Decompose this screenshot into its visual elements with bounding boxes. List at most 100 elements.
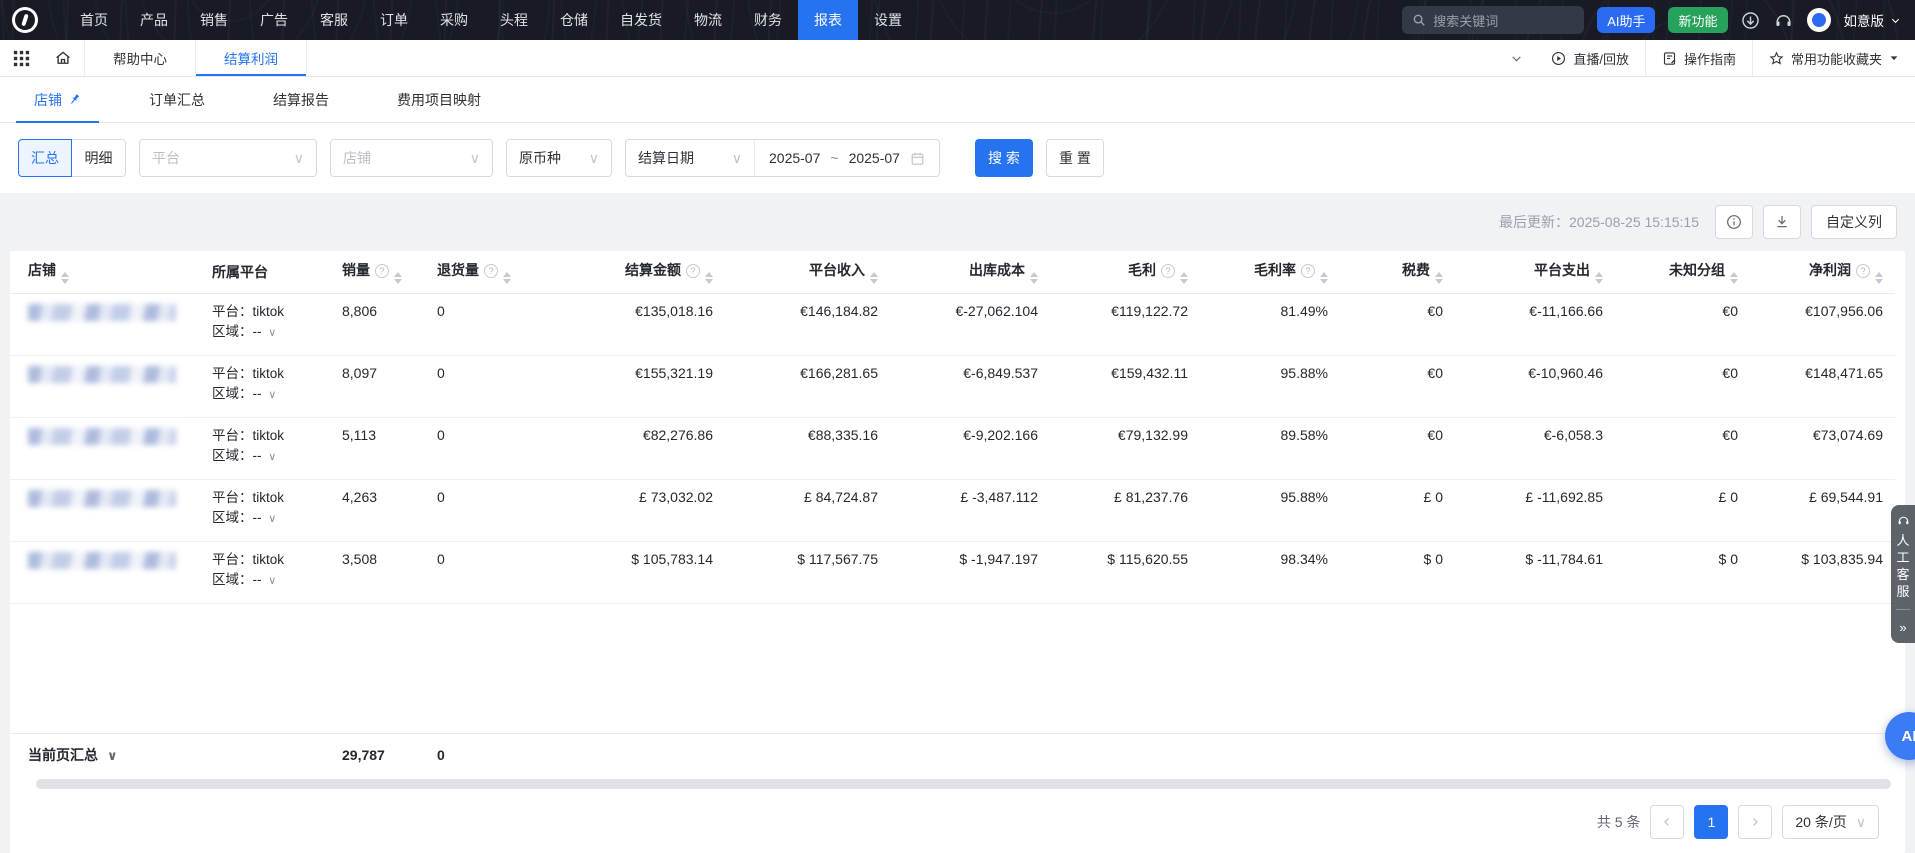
sort-icon[interactable]: [1320, 272, 1328, 284]
column-header-毛利率[interactable]: 毛利率?: [1200, 251, 1340, 293]
column-label: 未知分组: [1669, 262, 1725, 278]
column-header-净利润[interactable]: 净利润?: [1750, 251, 1895, 293]
mode-明细-button[interactable]: 明细: [72, 139, 126, 177]
global-search-input[interactable]: 搜索关键词: [1402, 6, 1584, 34]
mode-汇总-button[interactable]: 汇总: [18, 139, 72, 177]
sort-icon[interactable]: [1435, 272, 1443, 284]
edition-menu[interactable]: 如意版: [1844, 10, 1902, 30]
column-header-销量[interactable]: 销量?: [330, 251, 425, 293]
column-header-所属平台[interactable]: 所属平台: [200, 251, 330, 293]
sort-icon[interactable]: [394, 272, 402, 284]
region-expand-icon[interactable]: ∨: [268, 385, 276, 405]
column-header-退货量[interactable]: 退货量?: [425, 251, 540, 293]
column-header-平台收入[interactable]: 平台收入: [725, 251, 890, 293]
date-type-select[interactable]: 结算日期 ∨: [626, 140, 754, 176]
tab-help-center[interactable]: 帮助中心: [84, 40, 195, 76]
store-name-blurred[interactable]: [28, 552, 176, 569]
column-header-店铺[interactable]: 店铺: [10, 251, 200, 293]
store-name-blurred[interactable]: [28, 490, 176, 507]
search-button[interactable]: 搜 索: [975, 139, 1033, 177]
nav-item-头程[interactable]: 头程: [484, 0, 544, 40]
page-1-button[interactable]: 1: [1694, 805, 1728, 839]
column-header-未知分组[interactable]: 未知分组: [1615, 251, 1750, 293]
app-grid-icon[interactable]: [0, 40, 42, 76]
scrollbar-thumb[interactable]: [36, 779, 1891, 789]
platform-select[interactable]: 平台 ∨: [139, 139, 317, 177]
guide-button[interactable]: 操作指南: [1645, 40, 1752, 76]
cell-gross_margin: 98.34%: [1200, 541, 1340, 603]
nav-item-报表[interactable]: 报表: [798, 0, 858, 40]
reset-button[interactable]: 重 置: [1046, 139, 1104, 177]
prev-page-button[interactable]: [1650, 805, 1684, 839]
nav-item-仓储[interactable]: 仓储: [544, 0, 604, 40]
home-icon[interactable]: [42, 40, 84, 76]
region-expand-icon[interactable]: ∨: [268, 323, 276, 343]
tab-settlement-profit[interactable]: 结算利润: [195, 40, 307, 76]
summary-label-cell: 当前页汇总∨: [10, 734, 200, 778]
region-expand-icon[interactable]: ∨: [268, 447, 276, 467]
user-avatar[interactable]: [1807, 8, 1831, 32]
help-icon[interactable]: ?: [1301, 264, 1315, 278]
next-page-button[interactable]: [1738, 805, 1772, 839]
customize-columns-button[interactable]: 自定义列: [1811, 205, 1897, 239]
nav-item-首页[interactable]: 首页: [64, 0, 124, 40]
column-header-毛利[interactable]: 毛利?: [1050, 251, 1200, 293]
nav-item-销售[interactable]: 销售: [184, 0, 244, 40]
store-name-blurred[interactable]: [28, 428, 176, 445]
sort-icon[interactable]: [1030, 272, 1038, 284]
live-replay-button[interactable]: 直播/回放: [1535, 40, 1645, 76]
sort-icon[interactable]: [1180, 272, 1188, 284]
nav-item-客服[interactable]: 客服: [304, 0, 364, 40]
nav-item-自发货[interactable]: 自发货: [604, 0, 678, 40]
column-header-平台支出[interactable]: 平台支出: [1455, 251, 1615, 293]
help-icon[interactable]: ?: [1161, 264, 1175, 278]
column-header-出库成本[interactable]: 出库成本: [890, 251, 1050, 293]
export-download-button[interactable]: [1763, 205, 1801, 239]
column-label: 所属平台: [212, 264, 268, 280]
region-expand-icon[interactable]: ∨: [268, 509, 276, 529]
tabs-collapse-chevron-icon[interactable]: [1498, 40, 1535, 76]
help-icon[interactable]: ?: [686, 264, 700, 278]
sort-icon[interactable]: [705, 272, 713, 284]
subtab-订单汇总[interactable]: 订单汇总: [115, 77, 239, 122]
sort-icon[interactable]: [61, 272, 69, 284]
nav-item-物流[interactable]: 物流: [678, 0, 738, 40]
summary-expand-icon[interactable]: ∨: [107, 746, 118, 765]
sort-icon[interactable]: [1730, 272, 1738, 284]
nav-item-采购[interactable]: 采购: [424, 0, 484, 40]
app-logo[interactable]: [12, 7, 38, 33]
page-size-select[interactable]: 20 条/页 ∨: [1782, 805, 1879, 839]
column-header-税费[interactable]: 税费: [1340, 251, 1455, 293]
nav-item-产品[interactable]: 产品: [124, 0, 184, 40]
ai-assistant-button[interactable]: AI助手: [1597, 7, 1655, 33]
info-button[interactable]: [1715, 205, 1753, 239]
sort-icon[interactable]: [503, 272, 511, 284]
customer-service-widget[interactable]: 人工客服 »: [1891, 505, 1915, 643]
pin-icon[interactable]: [68, 93, 81, 106]
help-icon[interactable]: ?: [1856, 264, 1870, 278]
store-name-blurred[interactable]: [28, 366, 176, 383]
headset-icon[interactable]: [1774, 10, 1794, 30]
nav-item-广告[interactable]: 广告: [244, 0, 304, 40]
sort-icon[interactable]: [870, 272, 878, 284]
nav-item-订单[interactable]: 订单: [364, 0, 424, 40]
store-name-blurred[interactable]: [28, 304, 176, 321]
help-icon[interactable]: ?: [484, 264, 498, 278]
sort-icon[interactable]: [1595, 272, 1603, 284]
sort-icon[interactable]: [1875, 272, 1883, 284]
store-select[interactable]: 店铺 ∨: [330, 139, 493, 177]
subtab-费用项目映射[interactable]: 费用项目映射: [363, 77, 515, 122]
region-expand-icon[interactable]: ∨: [268, 571, 276, 591]
collapse-arrow-icon[interactable]: »: [1899, 619, 1906, 637]
nav-item-财务[interactable]: 财务: [738, 0, 798, 40]
date-range-input[interactable]: 2025-07 ~ 2025-07: [754, 140, 939, 176]
download-circle-icon[interactable]: [1741, 10, 1761, 30]
new-features-button[interactable]: 新功能: [1668, 7, 1727, 33]
nav-item-设置[interactable]: 设置: [858, 0, 918, 40]
favorites-button[interactable]: 常用功能收藏夹: [1752, 40, 1915, 76]
currency-select[interactable]: 原币种 ∨: [506, 139, 612, 177]
subtab-店铺[interactable]: 店铺: [0, 77, 115, 122]
help-icon[interactable]: ?: [375, 264, 389, 278]
column-header-结算金额[interactable]: 结算金额?: [540, 251, 725, 293]
subtab-结算报告[interactable]: 结算报告: [239, 77, 363, 122]
